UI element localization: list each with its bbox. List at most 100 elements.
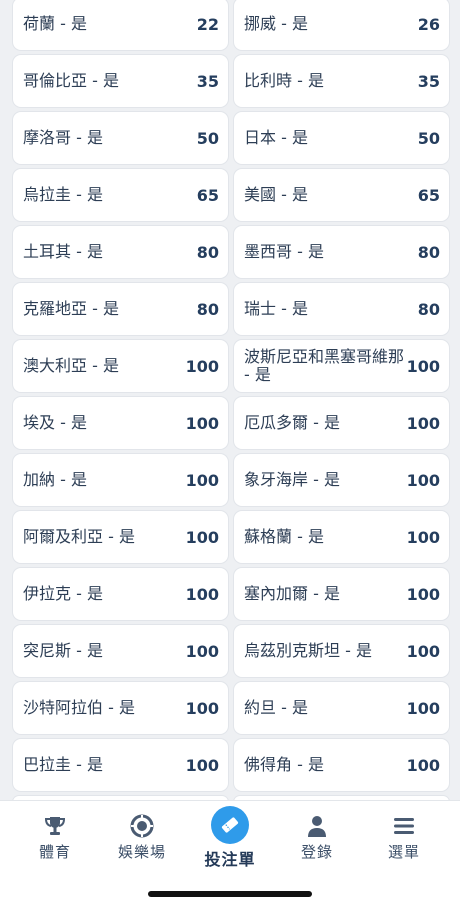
option-cell[interactable]: 烏茲別克斯坦 - 是 100: [234, 625, 449, 677]
option-label: 挪威 - 是: [244, 14, 308, 33]
option-odds: 100: [406, 470, 440, 490]
option-odds: 100: [185, 470, 219, 490]
user-icon: [308, 816, 326, 837]
option-odds: 35: [196, 71, 219, 91]
option-odds: 100: [185, 755, 219, 775]
option-cell[interactable]: 烏拉圭 - 是 65: [13, 169, 228, 221]
option-odds: 100: [406, 698, 440, 718]
option-cell[interactable]: 比利時 - 是 35: [234, 55, 449, 107]
option-odds: 80: [196, 299, 219, 319]
nav-login-label: 登錄: [300, 843, 333, 861]
option-odds: 100: [185, 356, 219, 376]
option-label: 烏拉圭 - 是: [23, 185, 103, 204]
option-label: 巴拉圭 - 是: [23, 755, 103, 774]
option-odds: 80: [417, 299, 440, 319]
nav-login[interactable]: 登錄: [271, 801, 363, 871]
option-odds: 80: [196, 242, 219, 262]
option-label: 荷蘭 - 是: [23, 14, 87, 33]
option-label: 蘇格蘭 - 是: [244, 527, 324, 546]
option-cell[interactable]: 伊拉克 - 是 100: [13, 568, 228, 620]
options-grid: 荷蘭 - 是 22 挪威 - 是 26 哥倫比亞 - 是 35 比利時 - 是 35 摩洛哥 -…: [13, 0, 449, 791]
option-label: 佛得角 - 是: [244, 755, 324, 774]
option-cell[interactable]: 塞內加爾 - 是 100: [234, 568, 449, 620]
option-cell[interactable]: 佛得角 - 是 100: [234, 739, 449, 791]
nav-casino-label: 娛樂場: [117, 843, 166, 861]
option-cell[interactable]: 突尼斯 - 是 100: [13, 625, 228, 677]
option-cell[interactable]: 象牙海岸 - 是 100: [234, 454, 449, 506]
nav-casino[interactable]: 娛樂場: [96, 801, 188, 871]
option-odds: 100: [406, 641, 440, 661]
option-cell[interactable]: 摩洛哥 - 是 50: [13, 112, 228, 164]
option-odds: 100: [185, 641, 219, 661]
option-odds: 100: [406, 413, 440, 433]
option-odds: 22: [196, 14, 219, 34]
option-label: 哥倫比亞 - 是: [23, 71, 119, 90]
option-label: 土耳其 - 是: [23, 242, 103, 261]
option-label: 日本 - 是: [244, 128, 308, 147]
option-odds: 100: [185, 584, 219, 604]
option-odds: 100: [406, 527, 440, 547]
option-label: 阿爾及利亞 - 是: [23, 527, 135, 546]
option-odds: 35: [417, 71, 440, 91]
option-cell[interactable]: 厄瓜多爾 - 是 100: [234, 397, 449, 449]
trophy-icon: [44, 817, 66, 835]
ticket-icon: [221, 817, 239, 833]
option-cell[interactable]: 墨西哥 - 是 80: [234, 226, 449, 278]
option-odds: 26: [417, 14, 440, 34]
option-label: 厄瓜多爾 - 是: [244, 413, 340, 432]
option-label: 墨西哥 - 是: [244, 242, 324, 261]
option-cell[interactable]: 沙特阿拉伯 - 是 100: [13, 682, 228, 734]
option-cell[interactable]: 美國 - 是 65: [234, 169, 449, 221]
option-label: 瑞士 - 是: [244, 299, 308, 318]
hamburger-menu-icon: [394, 818, 414, 834]
option-cell[interactable]: 澳大利亞 - 是 100: [13, 340, 228, 392]
option-label: 埃及 - 是: [23, 413, 87, 432]
option-cell[interactable]: 克羅地亞 - 是 80: [13, 283, 228, 335]
betslip-badge: [211, 806, 249, 844]
option-cell[interactable]: 日本 - 是 50: [234, 112, 449, 164]
option-cell[interactable]: 哥倫比亞 - 是 35: [13, 55, 228, 107]
option-odds: 50: [196, 128, 219, 148]
option-label: 摩洛哥 - 是: [23, 128, 103, 147]
option-cell[interactable]: 埃及 - 是 100: [13, 397, 228, 449]
option-label: 比利時 - 是: [244, 71, 324, 90]
option-odds: 65: [417, 185, 440, 205]
option-cell[interactable]: 瑞士 - 是 80: [234, 283, 449, 335]
option-odds: 100: [185, 527, 219, 547]
option-label: 塞內加爾 - 是: [244, 584, 340, 603]
option-cell[interactable]: 土耳其 - 是 80: [13, 226, 228, 278]
option-odds: 80: [417, 242, 440, 262]
nav-sports-label: 體育: [38, 843, 71, 861]
nav-betslip-label: 投注單: [204, 850, 256, 869]
option-cell[interactable]: 約旦 - 是 100: [234, 682, 449, 734]
option-cell[interactable]: 荷蘭 - 是 22: [13, 0, 228, 50]
nav-sports[interactable]: 體育: [9, 801, 101, 871]
option-odds: 65: [196, 185, 219, 205]
option-label: 沙特阿拉伯 - 是: [23, 698, 135, 717]
option-odds: 100: [406, 755, 440, 775]
option-cell[interactable]: 波斯尼亞和黑塞哥維那 - 是 100: [234, 340, 449, 392]
option-cell[interactable]: 挪威 - 是 26: [234, 0, 449, 50]
option-odds: 100: [406, 584, 440, 604]
option-odds: 100: [185, 698, 219, 718]
option-cell[interactable]: 加納 - 是 100: [13, 454, 228, 506]
option-odds: 100: [185, 413, 219, 433]
nav-menu[interactable]: 選單: [358, 801, 450, 871]
option-label: 美國 - 是: [244, 185, 308, 204]
option-label: 伊拉克 - 是: [23, 584, 103, 603]
casino-chip-icon: [130, 814, 154, 838]
option-label: 波斯尼亞和黑塞哥維那 - 是: [244, 347, 405, 384]
option-cell[interactable]: 巴拉圭 - 是 100: [13, 739, 228, 791]
option-label: 突尼斯 - 是: [23, 641, 103, 660]
option-odds: 100: [406, 356, 440, 376]
home-indicator: [148, 891, 312, 897]
option-cell[interactable]: 蘇格蘭 - 是 100: [234, 511, 449, 563]
betting-options-list: 荷蘭 - 是 22 挪威 - 是 26 哥倫比亞 - 是 35 比利時 - 是 35 摩洛哥 -…: [0, 0, 460, 800]
option-cell[interactable]: 阿爾及利亞 - 是 100: [13, 511, 228, 563]
option-label: 克羅地亞 - 是: [23, 299, 119, 318]
option-odds: 50: [417, 128, 440, 148]
option-label: 加納 - 是: [23, 470, 87, 489]
nav-betslip[interactable]: 投注單: [184, 801, 276, 871]
option-label: 烏茲別克斯坦 - 是: [244, 641, 372, 660]
nav-menu-label: 選單: [387, 843, 420, 861]
